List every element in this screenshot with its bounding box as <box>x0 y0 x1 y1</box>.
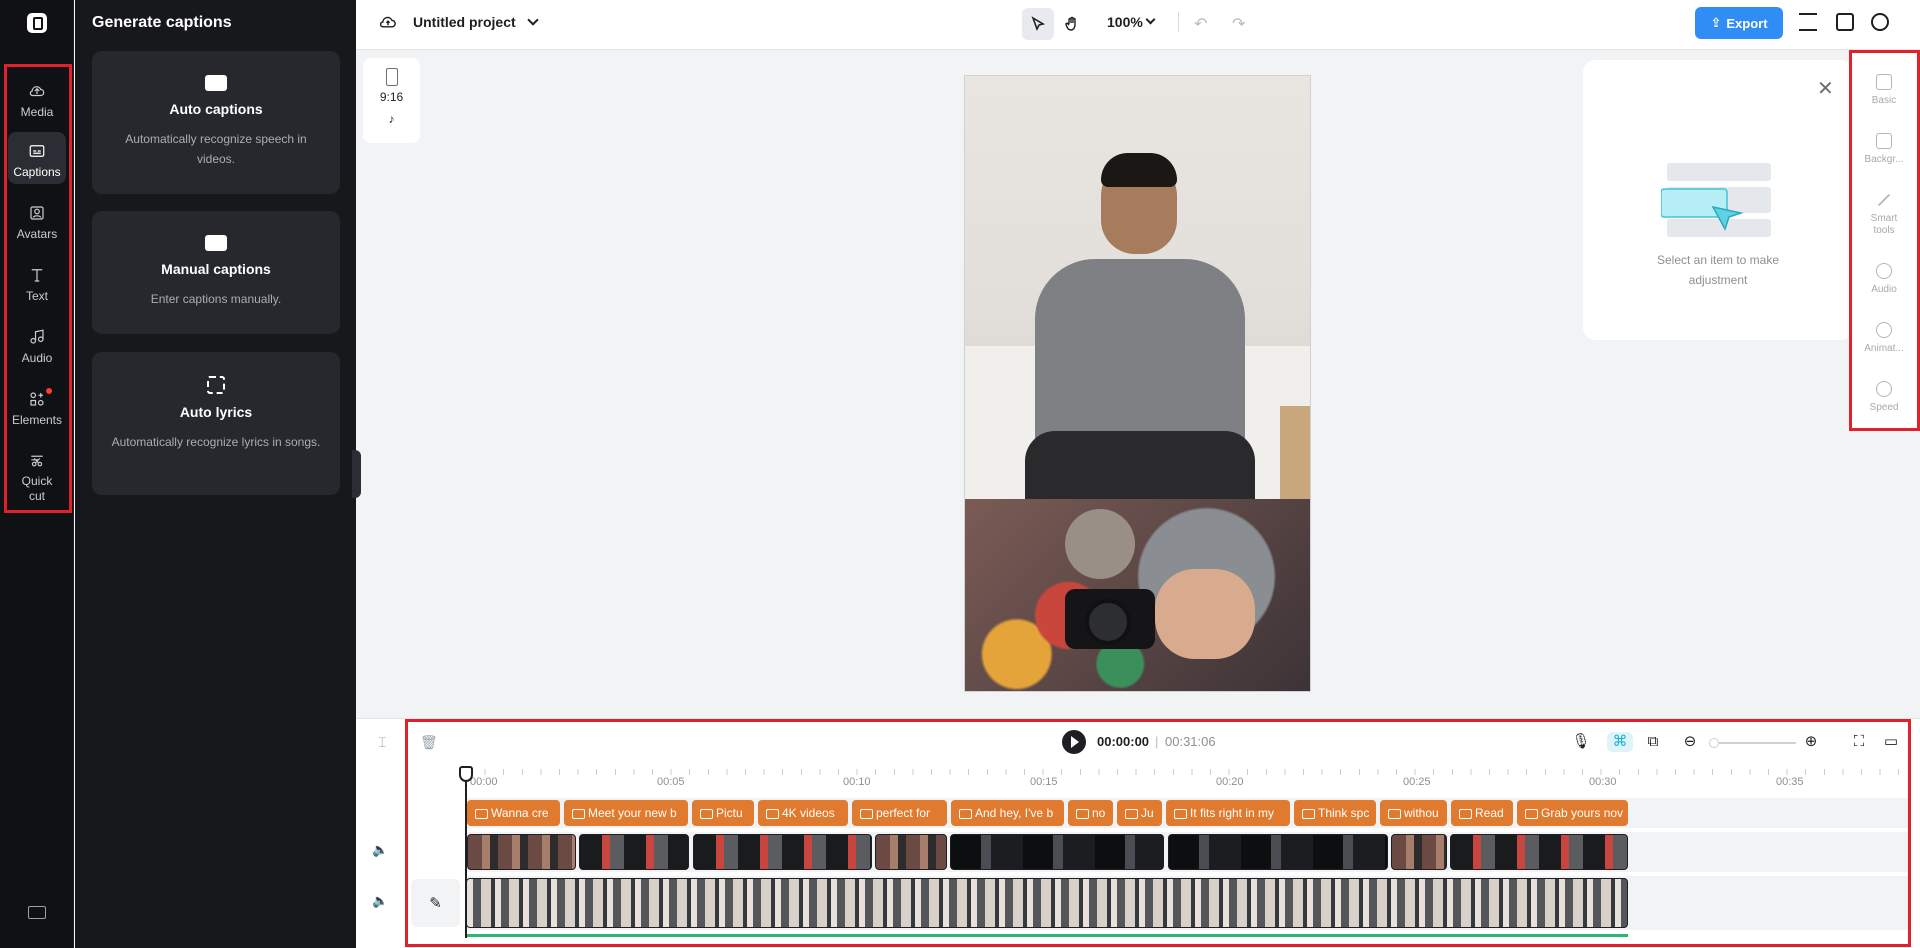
layers-icon[interactable] <box>1799 13 1817 31</box>
pointer-icon <box>1031 16 1046 32</box>
tiktok-icon: ♪ <box>388 112 395 126</box>
close-icon[interactable]: ✕ <box>1817 76 1834 101</box>
layout-icon[interactable] <box>1836 13 1854 31</box>
select-tool-button[interactable] <box>1022 8 1054 40</box>
speaker-icon[interactable]: 🔈 <box>372 893 388 909</box>
auto-lyrics-card[interactable]: Auto lyrics Automatically recognize lyri… <box>92 352 340 495</box>
zoom-level[interactable]: 100% <box>1107 14 1143 30</box>
gear-icon[interactable] <box>1871 13 1889 31</box>
video-preview[interactable] <box>964 75 1311 692</box>
undo-icon[interactable]: ↶ <box>1194 14 1207 34</box>
highlight-box-timeline <box>405 719 1911 947</box>
portrait-frame-icon <box>385 68 398 86</box>
panel-title: Generate captions <box>92 14 232 31</box>
aspect-ratio-card[interactable]: 9:16 ♪ <box>363 58 420 143</box>
captions-panel: Generate captions Auto captions Automati… <box>75 0 356 948</box>
project-title[interactable]: Untitled project <box>413 14 516 30</box>
divider <box>1178 12 1179 32</box>
person-hair <box>1101 153 1177 187</box>
person-body <box>1035 259 1245 449</box>
subtitle-icon <box>205 235 227 251</box>
highlight-box-left <box>4 64 72 513</box>
card-title: Manual captions <box>161 261 271 277</box>
cc-icon <box>205 75 227 91</box>
auto-captions-card[interactable]: Auto captions Automatically recognize sp… <box>92 51 340 194</box>
card-description: Automatically recognize lyrics in songs. <box>111 435 321 449</box>
hand-tool-button[interactable] <box>1056 8 1088 40</box>
export-icon: ⇪ <box>1710 15 1722 30</box>
panel-collapse-handle[interactable] <box>352 450 361 498</box>
card-description: Automatically recognize speech in videos… <box>125 132 307 166</box>
select-item-illustration <box>1661 163 1771 237</box>
cloud-save-icon[interactable] <box>378 14 398 30</box>
box <box>1280 406 1310 499</box>
camera-lens <box>1085 599 1131 645</box>
card-description: Enter captions manually. <box>150 292 282 306</box>
highlight-box-right <box>1849 50 1920 431</box>
aspect-ratio-label: 9:16 <box>379 90 404 104</box>
card-title: Auto lyrics <box>179 404 253 420</box>
keyboard-shortcuts-icon[interactable] <box>28 906 46 919</box>
chevron-down-icon[interactable] <box>1145 14 1156 25</box>
export-button[interactable]: ⇪ Export <box>1695 7 1783 39</box>
manual-captions-card[interactable]: Manual captions Enter captions manually. <box>92 211 340 334</box>
lyrics-icon <box>207 376 225 394</box>
hand-icon <box>1065 16 1076 31</box>
card-title: Auto captions <box>169 101 263 117</box>
select-item-hint: Select an item to make adjustment <box>1656 253 1780 287</box>
hand <box>1155 569 1255 659</box>
top-toolbar: Untitled project 100% ↶ ↷ ⇪ Export <box>356 0 1920 50</box>
person-legs <box>1025 431 1255 499</box>
redo-icon[interactable]: ↷ <box>1232 14 1245 34</box>
preview-bottom-clip <box>965 499 1310 691</box>
app-logo-icon[interactable] <box>27 13 47 33</box>
speaker-icon[interactable]: 🔈 <box>372 842 388 858</box>
chevron-down-icon[interactable] <box>527 14 539 26</box>
microphone-windscreen <box>1065 509 1135 579</box>
split-icon[interactable]: ⌶ <box>378 734 386 751</box>
export-label: Export <box>1726 15 1768 31</box>
preview-top-clip <box>965 76 1310 499</box>
